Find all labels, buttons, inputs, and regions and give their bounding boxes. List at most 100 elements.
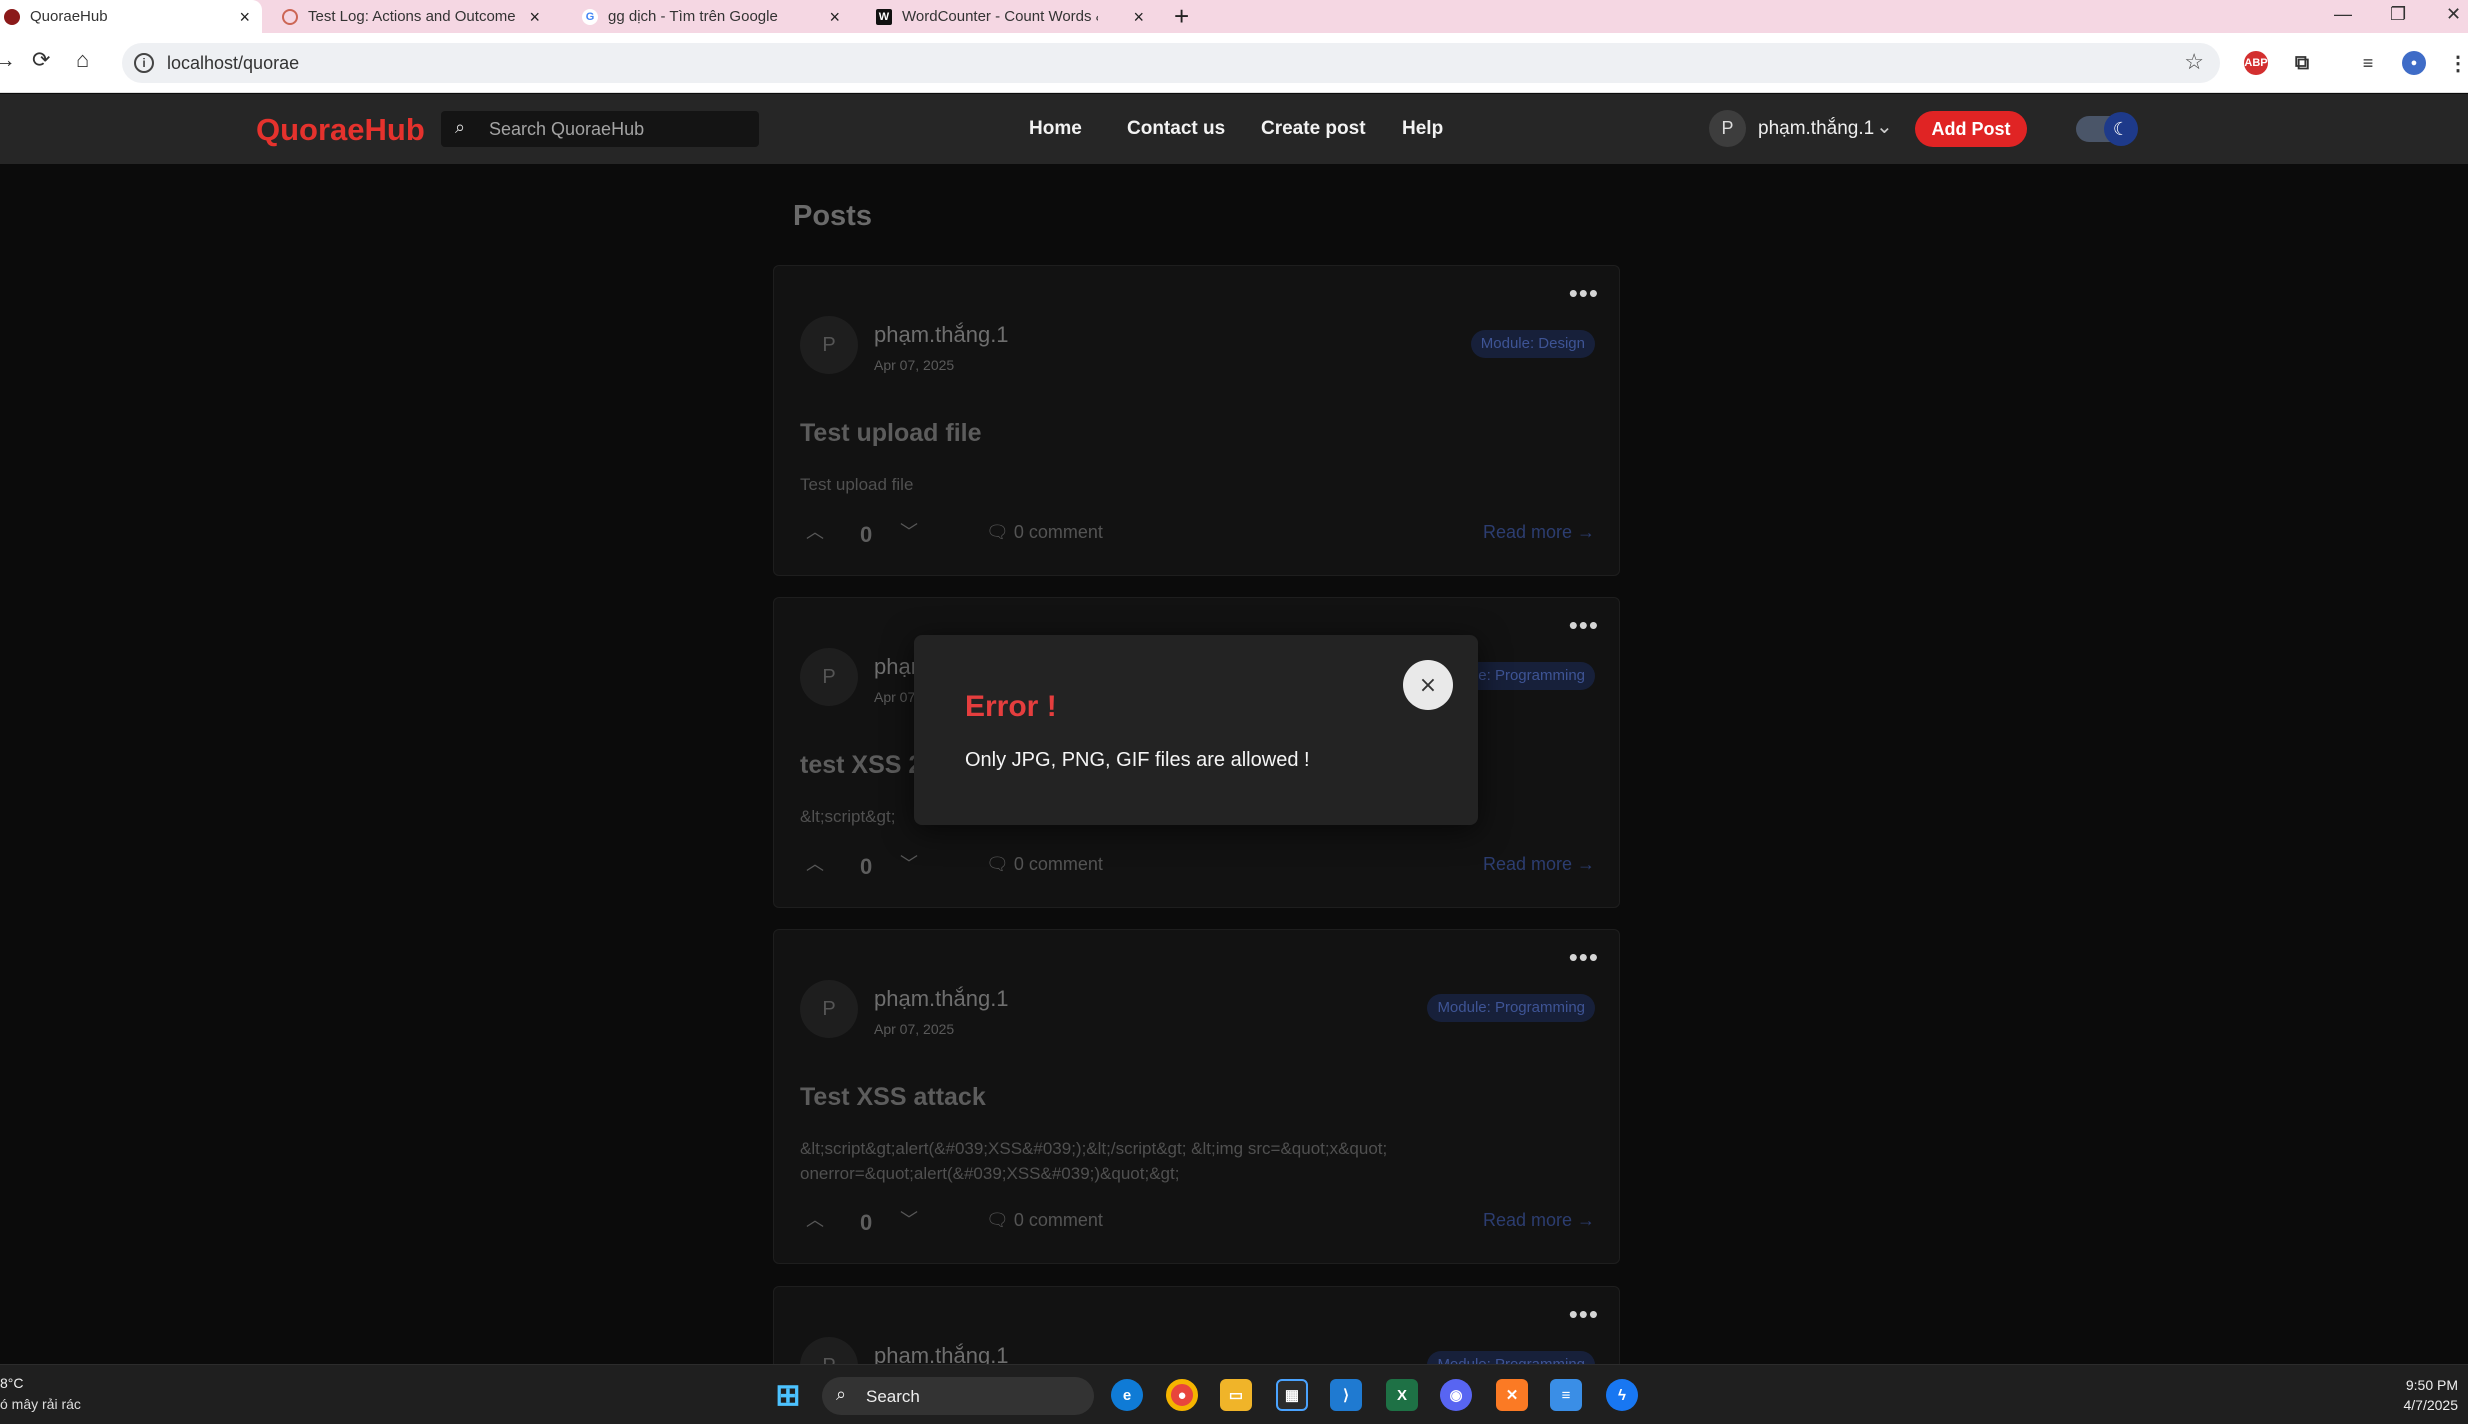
restore-icon[interactable]: ❐ (2390, 4, 2406, 25)
more-options-icon[interactable]: ••• (1569, 1301, 1599, 1327)
wordcounter-favicon: W (876, 8, 892, 25)
site-logo[interactable]: QuoraeHub (256, 112, 425, 148)
adblock-icon[interactable]: ABP (2244, 51, 2268, 75)
comment-count[interactable]: 🗨 0 comment (986, 522, 1103, 543)
post-card: ••• P phạm.thắng.1 Apr 07, 2025 Module: … (773, 265, 1620, 576)
upvote-icon[interactable]: ︿ (806, 518, 824, 544)
search-icon: ⌕ (455, 117, 466, 137)
post-author[interactable]: phạm.thắng.1 (874, 322, 1009, 348)
google-favicon: G (582, 8, 598, 25)
notepad-icon[interactable]: ≡ (1550, 1379, 1582, 1411)
downvote-icon[interactable]: ﹀ (900, 850, 918, 876)
excel-icon[interactable]: X (1386, 1379, 1418, 1411)
post-date: Apr 07, 2025 (874, 1021, 955, 1037)
more-menu-icon[interactable]: ⋮ (2446, 51, 2468, 75)
store-icon[interactable]: ▦ (1276, 1379, 1308, 1411)
theme-toggle[interactable]: ☾ (2076, 112, 2138, 146)
comment-label: 0 comment (1013, 1210, 1103, 1230)
taskbar-search[interactable]: ⌕ Search (822, 1377, 1094, 1415)
upvote-icon[interactable]: ︿ (806, 1206, 824, 1232)
address-bar[interactable]: i localhost/quorae ☆ (122, 43, 2220, 83)
site-header: QuoraeHub ⌕ Home Contact us Create post … (0, 94, 2468, 164)
nav-create-post[interactable]: Create post (1261, 118, 1366, 140)
comment-icon: 🗨 (986, 1210, 1009, 1230)
edge-icon[interactable]: e (1111, 1379, 1143, 1411)
nav-help[interactable]: Help (1402, 118, 1443, 140)
comment-icon: 🗨 (986, 522, 1009, 542)
read-more-link[interactable]: Read more → (1483, 522, 1595, 543)
browser-tab-quoraehub[interactable]: QuoraeHub × (0, 0, 262, 33)
upvote-icon[interactable]: ︿ (806, 850, 824, 876)
post-author[interactable]: phạm.thắng.1 (874, 986, 1009, 1012)
file-explorer-icon[interactable]: ▭ (1220, 1379, 1252, 1411)
search-box[interactable]: ⌕ (441, 111, 759, 147)
post-excerpt: &lt;script&gt;alert(&#039;XSS&#039;);&lt… (800, 1139, 1388, 1183)
home-icon[interactable]: ⌂ (76, 47, 89, 73)
nav-contact-us[interactable]: Contact us (1127, 118, 1225, 140)
media-control-icon[interactable]: ≡ (2356, 51, 2380, 75)
messenger-icon[interactable]: ϟ (1606, 1379, 1638, 1411)
close-window-icon[interactable]: ✕ (2446, 4, 2461, 25)
new-tab-icon[interactable]: + (1174, 1, 1189, 32)
close-tab-icon[interactable]: × (829, 7, 840, 28)
comment-count[interactable]: 🗨 0 comment (986, 1210, 1103, 1231)
post-title[interactable]: Test upload file (800, 419, 982, 448)
minimize-icon[interactable]: — (2334, 4, 2352, 25)
avatar: P (800, 316, 858, 374)
user-name[interactable]: phạm.thắng.1 (1758, 118, 1874, 140)
url-text[interactable]: localhost/quorae (167, 53, 299, 74)
search-icon: ⌕ (836, 1384, 847, 1404)
windows-start-icon[interactable]: ⊞ (772, 1379, 804, 1412)
nav-home[interactable]: Home (1029, 118, 1082, 140)
read-more-link[interactable]: Read more → (1483, 1210, 1595, 1231)
weather-temperature[interactable]: 8°C (0, 1375, 24, 1391)
comment-label: 0 comment (1013, 522, 1103, 542)
browser-tab-wordcounter[interactable]: W WordCounter - Count Words & × (876, 0, 1156, 33)
close-tab-icon[interactable]: × (1133, 7, 1144, 28)
avatar[interactable]: P (1709, 110, 1746, 147)
post-date: Apr 07, 2025 (874, 357, 955, 373)
taskbar-date[interactable]: 4/7/2025 (2404, 1397, 2459, 1413)
taskbar-time[interactable]: 9:50 PM (2406, 1377, 2458, 1393)
comment-count[interactable]: 🗨 0 comment (986, 854, 1103, 875)
close-tab-icon[interactable]: × (529, 7, 540, 28)
vote-score: 0 (860, 854, 873, 879)
downvote-icon[interactable]: ﹀ (900, 518, 918, 544)
weather-description[interactable]: ó mây rải rác (0, 1396, 81, 1412)
more-options-icon[interactable]: ••• (1569, 612, 1599, 638)
browser-tab-google[interactable]: G gg dịch - Tìm trên Google × (582, 0, 852, 33)
chevron-down-icon[interactable]: ⌄ (1876, 114, 1893, 139)
back-icon[interactable]: → (0, 47, 16, 73)
chrome-icon[interactable]: ● (1166, 1379, 1198, 1411)
search-input[interactable] (489, 111, 749, 147)
moon-icon: ☾ (2104, 112, 2138, 146)
tab-title: gg dịch - Tìm trên Google (608, 8, 778, 25)
comment-icon: 🗨 (986, 854, 1009, 874)
site-info-icon[interactable]: i (134, 53, 154, 73)
bookmark-star-icon[interactable]: ☆ (2184, 49, 2204, 75)
vote-score: 0 (860, 522, 873, 547)
xampp-icon[interactable]: ✕ (1496, 1379, 1528, 1411)
browser-tab-test-log[interactable]: Test Log: Actions and Outcome × (282, 0, 552, 33)
error-modal: Error ! Only JPG, PNG, GIF files are all… (914, 635, 1478, 825)
more-options-icon[interactable]: ••• (1569, 944, 1599, 970)
profile-icon[interactable]: ● (2402, 51, 2426, 75)
avatar: P (800, 980, 858, 1038)
quoraehub-favicon (4, 8, 20, 25)
post-card: ••• P phạm.thắng.1 Apr 07, 2025 Module: … (773, 929, 1620, 1264)
close-modal-button[interactable]: × (1403, 660, 1453, 710)
post-title[interactable]: Test XSS attack (800, 1083, 986, 1112)
reload-icon[interactable]: ⟳ (32, 47, 50, 73)
vscode-icon[interactable]: ⟩ (1330, 1379, 1362, 1411)
more-options-icon[interactable]: ••• (1569, 280, 1599, 306)
module-badge[interactable]: Module: Programming (1427, 994, 1595, 1022)
downvote-icon[interactable]: ﹀ (900, 1206, 918, 1232)
discord-icon[interactable]: ◉ (1440, 1379, 1472, 1411)
comment-label: 0 comment (1013, 854, 1103, 874)
add-post-button[interactable]: Add Post (1915, 111, 2027, 147)
extensions-icon[interactable]: ⧉ (2290, 51, 2314, 75)
close-tab-icon[interactable]: × (239, 7, 250, 28)
module-badge[interactable]: Module: Design (1470, 330, 1595, 358)
read-more-link[interactable]: Read more → (1483, 854, 1595, 875)
post-title[interactable]: test XSS 2 (800, 751, 922, 780)
